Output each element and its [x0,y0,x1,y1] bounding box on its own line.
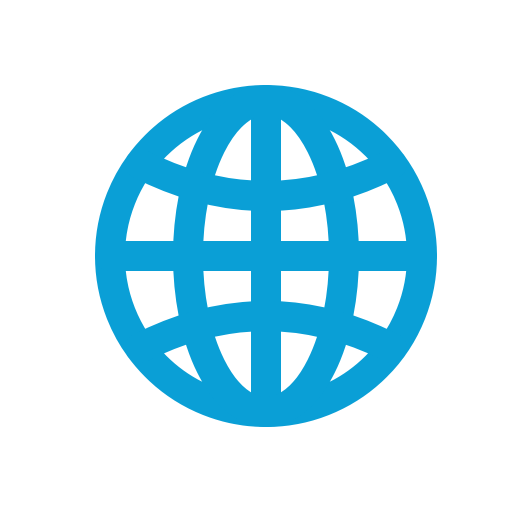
globe-icon [0,0,512,512]
icon-canvas [0,0,512,512]
globe-icon-graphic [95,85,437,427]
